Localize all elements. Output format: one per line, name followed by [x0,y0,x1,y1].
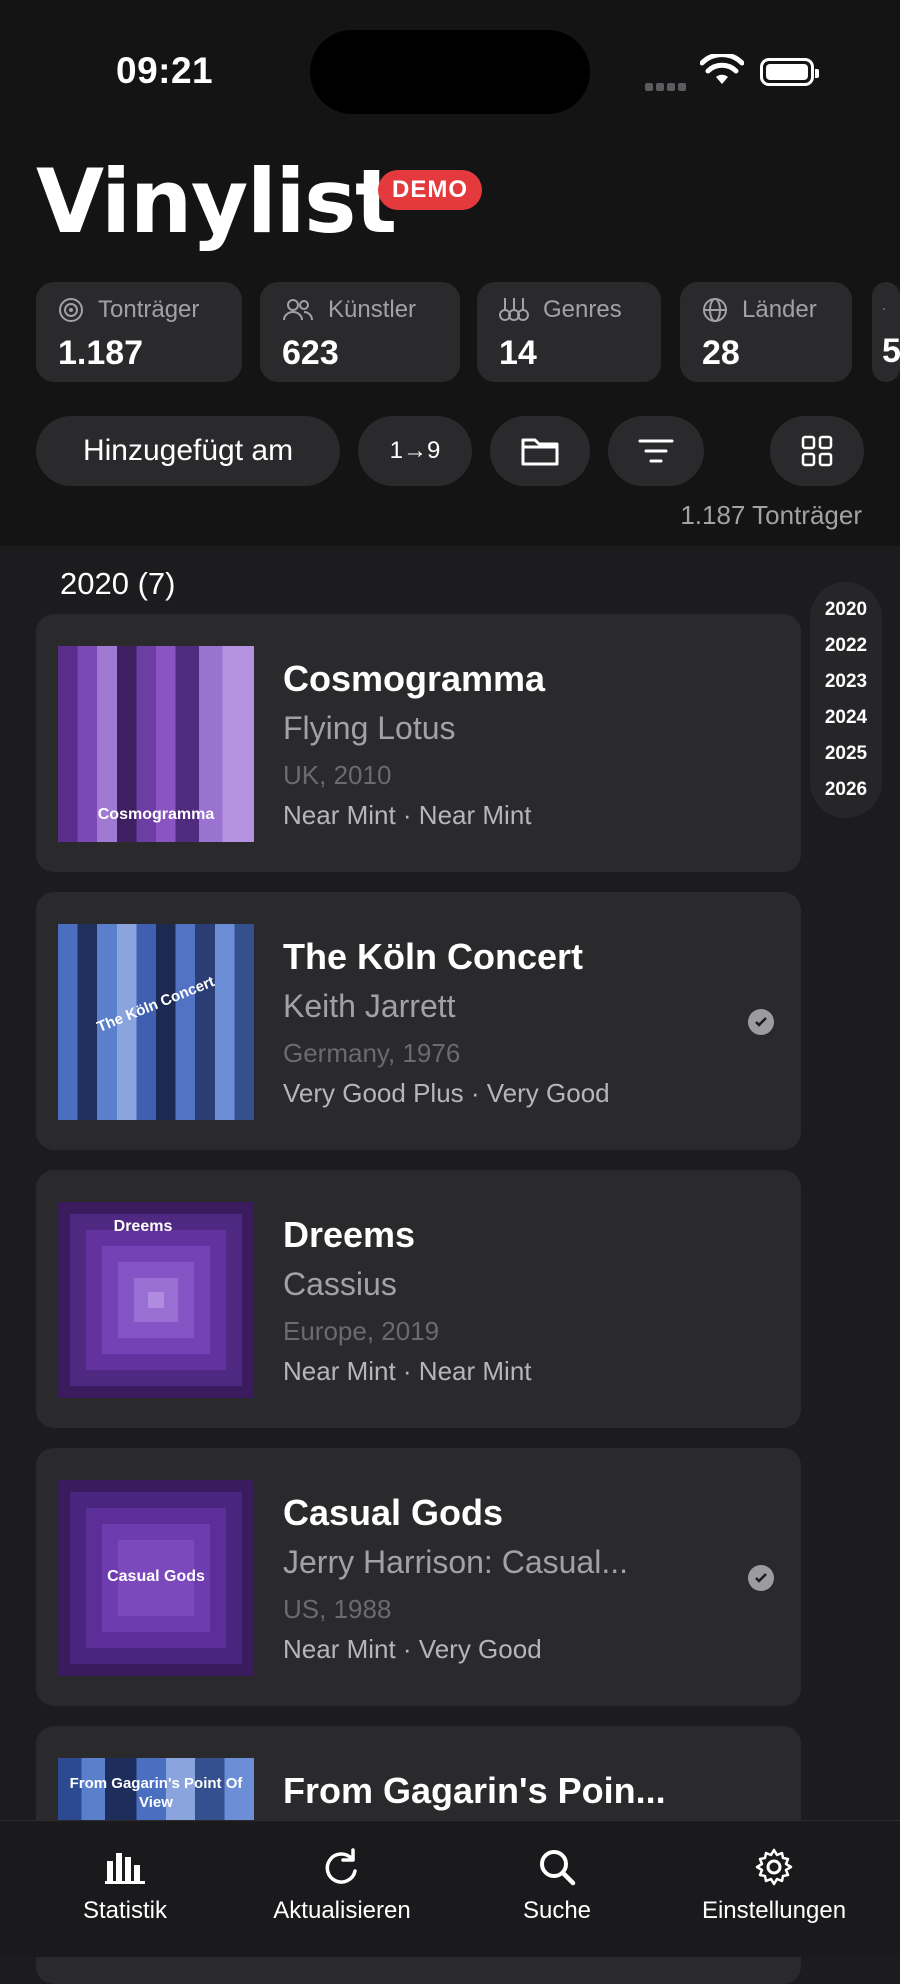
stat-card-artists[interactable]: Künstler 623 [260,282,460,382]
tab-einstellungen[interactable]: Einstellungen [664,1847,884,1925]
people-icon [283,299,313,321]
record-count: 1.187 Tonträger [680,500,862,530]
stat-card-records[interactable]: Tonträger 1.187 [36,282,242,382]
status-bar: 09:21 [0,0,900,140]
record-origin: UK, 2010 [283,760,392,790]
record-origin: Europe, 2019 [283,1316,440,1346]
record-condition: Near Mint · Very Good [283,1634,542,1664]
record-condition: Very Good Plus · Very Good [283,1078,610,1108]
record-title: From Gagarin's Poin... [283,1770,666,1811]
grid-view-button[interactable] [770,416,864,486]
wifi-icon [700,54,744,84]
record-card[interactable]: Dreems Dreems Cassius Europe, 2019 Near … [36,1170,801,1428]
controls-row: Hinzugefügt am 1→9 [36,416,866,486]
record-card[interactable]: Casual Gods Casual Gods Jerry Harrison: … [36,1448,801,1706]
stat-value: 14 [499,334,537,372]
tag-icon [883,308,885,310]
tab-label: Aktualisieren [273,1897,411,1924]
year-index-item[interactable]: 2023 [810,664,882,700]
cover-caption: Cosmogramma [97,806,215,823]
gear-icon [755,1848,793,1886]
stat-label: Künstler [328,296,417,323]
tab-bar: Statistik Aktualisieren Suche Einstellun… [0,1820,900,1957]
cellular-signal-icon [645,78,689,96]
cover-caption: Dreems [113,1218,173,1235]
stat-label: Genres [543,296,622,323]
stat-value: 1.187 [58,334,144,372]
year-index-item[interactable]: 2026 [810,772,882,808]
stat-value: 5 [882,332,900,370]
section-header: 2020 (7) [60,566,176,601]
record-origin: US, 1988 [283,1594,392,1624]
cover-caption: The Köln Concert [94,973,217,1036]
record-title: Dreems [283,1214,416,1255]
tab-label: Suche [522,1897,592,1924]
record-card[interactable]: The Köln Concert The Köln Concert Keith … [36,892,801,1150]
folder-button[interactable] [490,416,590,486]
record-title: The Köln Concert [283,936,584,977]
guitar-icon [499,298,529,321]
year-index-item[interactable]: 2025 [810,736,882,772]
cover-caption: Casual Gods [107,1568,205,1585]
record-title: Cosmogramma [283,658,546,699]
stat-card-genres[interactable]: Genres 14 [477,282,661,382]
chart-icon [105,1853,145,1884]
order-label: 1→9 [389,437,441,464]
sort-button[interactable]: Hinzugefügt am [36,416,340,486]
album-cover: Cosmogramma [58,646,254,842]
status-time: 09:21 [116,50,214,91]
stat-value: 28 [702,334,740,372]
stat-value: 623 [282,334,339,372]
year-index-scrubber[interactable]: 2020 2022 2023 2024 2025 2026 [810,582,882,818]
album-cover: Dreems [58,1202,254,1398]
stat-card-countries[interactable]: Länder 28 [680,282,852,382]
grid-icon [801,435,833,467]
year-index-item[interactable]: 2024 [810,700,882,736]
refresh-icon [325,1848,357,1884]
stat-label: Länder [742,296,817,323]
tab-label: Statistik [82,1897,168,1924]
owned-check-icon [748,1565,774,1591]
record-card[interactable]: Cosmogramma Cosmogramma Flying Lotus UK,… [36,614,801,872]
sort-label: Hinzugefügt am [82,434,294,467]
stat-card-more[interactable]: 5 [872,282,900,382]
filter-icon [638,439,674,463]
record-artist: Cassius [283,1266,397,1302]
tab-statistik[interactable]: Statistik [15,1847,235,1925]
record-condition: Near Mint · Near Mint [283,1356,532,1386]
record-artist: Keith Jarrett [283,988,456,1024]
cover-caption: From Gagarin's Point Of View [69,1775,243,1811]
demo-badge: DEMO [378,170,482,210]
app-title: Vinylist [36,150,397,253]
year-index-item[interactable]: 2020 [810,592,882,628]
record-artist: Jerry Harrison: Casual... [283,1544,628,1580]
search-icon [540,1850,576,1886]
order-toggle[interactable]: 1→9 [358,416,472,486]
album-cover: The Köln Concert [58,924,254,1120]
tab-suche[interactable]: Suche [447,1847,667,1925]
owned-check-icon [748,1009,774,1035]
battery-icon [760,58,819,86]
folder-icon [521,438,559,466]
record-artist: Flying Lotus [283,710,456,746]
tab-label: Einstellungen [701,1897,847,1924]
dynamic-island [310,30,590,114]
stat-label: Tonträger [98,296,200,323]
record-condition: Near Mint · Near Mint [283,800,532,830]
album-cover: Casual Gods [58,1480,254,1676]
record-title: Casual Gods [283,1492,504,1533]
filter-button[interactable] [608,416,704,486]
year-index-item[interactable]: 2022 [810,628,882,664]
globe-icon [703,298,727,322]
record-icon [59,298,83,322]
tab-aktualisieren[interactable]: Aktualisieren [232,1847,452,1925]
record-origin: Germany, 1976 [283,1038,461,1068]
